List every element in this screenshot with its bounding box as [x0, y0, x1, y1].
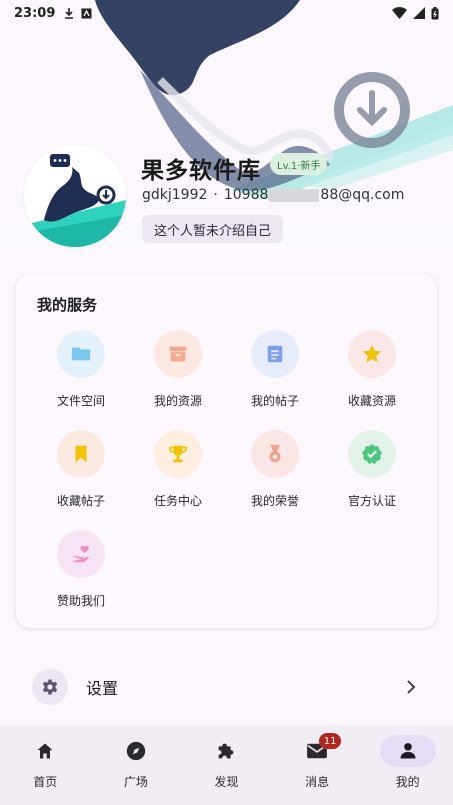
nav-item-discover[interactable]: 发现 — [181, 725, 272, 805]
nav-label: 消息 — [305, 775, 330, 789]
service-label: 我的帖子 — [250, 394, 299, 408]
nav-item-mine[interactable]: 我的 — [362, 725, 453, 805]
person-icon — [400, 743, 416, 759]
account-info: gdkj1992 · 10988 88@qq.com — [142, 187, 404, 203]
service-label: 收藏帖子 — [56, 494, 105, 508]
nav-label: 广场 — [123, 775, 148, 789]
trophy-icon — [168, 445, 188, 463]
services-title: 我的服务 — [37, 296, 98, 314]
medal-icon — [269, 444, 281, 463]
service-sponsor-us[interactable]: 赞助我们 — [33, 530, 129, 620]
nav-item-messages[interactable]: 11 消息 — [272, 725, 363, 805]
signal-icon — [413, 7, 425, 19]
services-card: 我的服务 文件空间 我的资源 我的帖子 收藏资源 收藏帖子 任务中心 我的荣誉 … — [16, 274, 437, 628]
unread-badge: 11 — [319, 733, 342, 749]
app-notification-icon — [81, 8, 92, 18]
settings-row[interactable]: 设置 — [16, 662, 437, 712]
chevron-right-icon — [407, 680, 416, 694]
document-icon — [267, 345, 283, 363]
bio-chip[interactable]: 这个人暂未介绍自己 — [142, 215, 284, 243]
separator: · — [213, 187, 218, 203]
status-bar: 23:09 — [0, 0, 453, 26]
service-label: 文件空间 — [56, 394, 105, 408]
email-suffix: 88@qq.com — [320, 187, 405, 203]
service-my-resources[interactable]: 我的资源 — [130, 330, 226, 420]
compass-icon — [126, 741, 146, 761]
service-label: 任务中心 — [153, 494, 202, 508]
puzzle-icon — [219, 743, 234, 759]
verified-badge-icon — [361, 443, 383, 465]
service-file-space[interactable]: 文件空间 — [33, 330, 129, 420]
nav-label: 发现 — [214, 775, 239, 789]
wifi-icon — [392, 7, 407, 19]
home-icon — [37, 743, 53, 759]
archive-box-icon — [169, 346, 187, 362]
service-label: 收藏资源 — [347, 394, 396, 408]
service-my-posts[interactable]: 我的帖子 — [227, 330, 323, 420]
nav-label: 首页 — [33, 775, 58, 789]
avatar[interactable] — [24, 145, 126, 247]
service-label: 赞助我们 — [56, 594, 105, 608]
email-prefix: 10988 — [223, 187, 269, 203]
settings-label: 设置 — [86, 679, 119, 698]
bookmark-icon — [75, 445, 87, 463]
status-time: 23:09 — [14, 5, 56, 21]
bottom-navigation: 首页 广场 发现 11 消息 我的 — [0, 725, 453, 805]
service-label: 我的资源 — [153, 394, 202, 408]
nav-item-square[interactable]: 广场 — [91, 725, 182, 805]
heart-hand-icon — [71, 545, 89, 563]
service-official-verification[interactable]: 官方认证 — [324, 430, 420, 520]
nav-label: 我的 — [395, 775, 420, 789]
nav-item-home[interactable]: 首页 — [0, 725, 91, 805]
service-label: 我的荣誉 — [250, 494, 299, 508]
email-mask — [269, 188, 320, 202]
service-task-center[interactable]: 任务中心 — [130, 430, 226, 520]
service-favorite-resources[interactable]: 收藏资源 — [324, 330, 420, 420]
app-logo-icon — [24, 145, 126, 247]
username: gdkj1992 — [142, 187, 208, 203]
service-label: 官方认证 — [347, 494, 396, 508]
download-status-icon — [65, 8, 74, 19]
battery-icon — [431, 6, 439, 19]
folder-icon — [71, 347, 91, 361]
profile-name: 果多软件库 — [141, 158, 261, 184]
service-my-honors[interactable]: 我的荣誉 — [227, 430, 323, 520]
gear-icon — [42, 679, 58, 695]
settings-icon-wrap — [32, 669, 68, 705]
service-favorite-posts[interactable]: 收藏帖子 — [33, 430, 129, 520]
level-badge: Lv.1·新手 — [270, 153, 328, 175]
star-icon — [362, 344, 382, 363]
